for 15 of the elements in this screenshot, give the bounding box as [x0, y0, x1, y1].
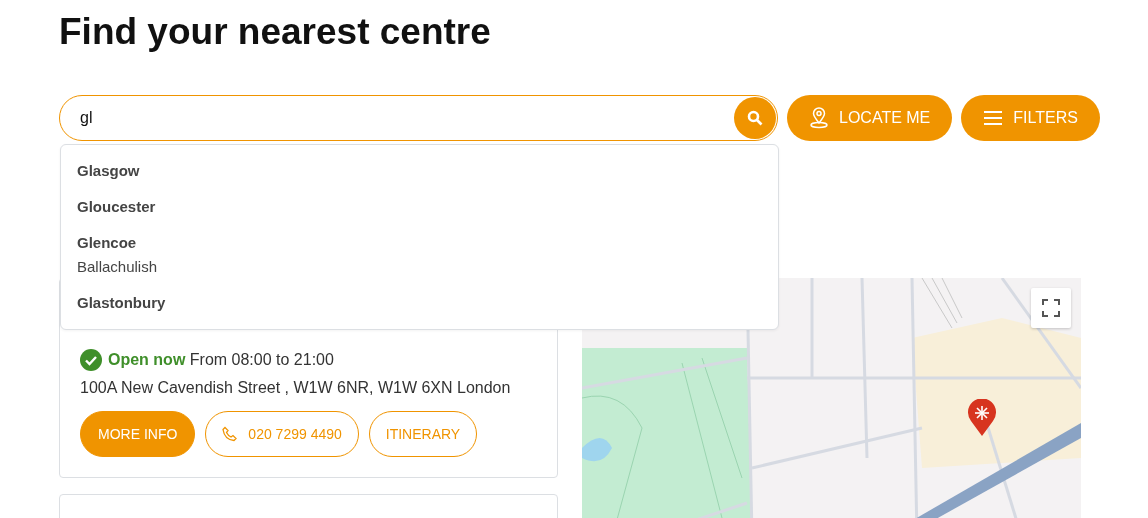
fullscreen-icon — [1042, 299, 1060, 317]
phone-icon — [222, 426, 239, 442]
suggestion-item[interactable]: Gloucester — [61, 189, 778, 225]
search-icon — [747, 110, 763, 126]
suggestion-item[interactable]: Glasgow — [61, 153, 778, 189]
suggestion-item[interactable]: Glencoe Ballachulish — [61, 225, 778, 285]
menu-icon — [983, 110, 1004, 126]
page-title: Find your nearest centre — [59, 10, 491, 54]
opening-hours: Open now From 08:00 to 21:00 — [108, 351, 334, 369]
suggestion-item[interactable]: Glastonbury — [61, 285, 778, 321]
search-field[interactable]: gl — [59, 95, 778, 141]
map-pin-icon — [968, 399, 996, 437]
location-pin-icon — [809, 107, 829, 129]
fullscreen-button[interactable] — [1031, 288, 1071, 328]
centre-address: 100A New Cavendish Street , W1W 6NR, W1W 6XN London — [80, 379, 512, 397]
